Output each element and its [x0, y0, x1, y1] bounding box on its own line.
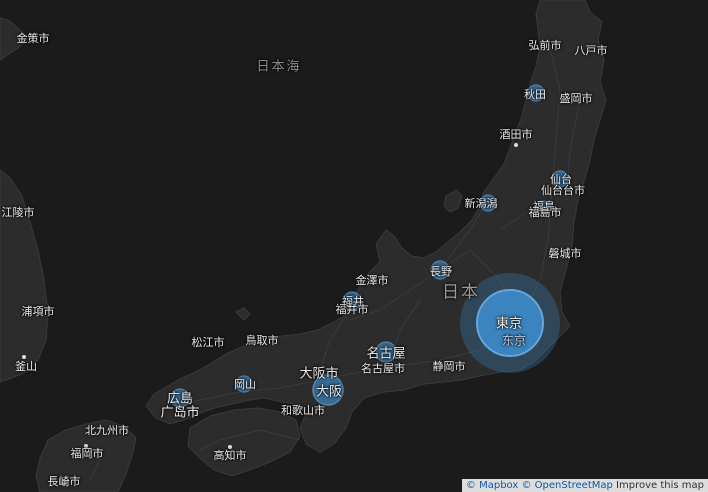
- label-tokyo: 東京: [495, 316, 523, 332]
- label-nagano: 長野: [430, 265, 452, 278]
- label-okayama: 岡山: [234, 378, 256, 391]
- map-attribution: © Mapbox © OpenStreetMap Improve this ma…: [461, 479, 708, 492]
- label-niigata: 新潟潟: [464, 197, 498, 210]
- label-country-japan: 日本: [442, 282, 480, 303]
- label-tottori: 鳥取市: [245, 334, 279, 347]
- label-hachinohe: 八戸市: [574, 44, 608, 57]
- map-canvas[interactable]: 日本海 日本 金策市 弘前市 八戸市 秋田 盛岡市 酒田市 仙台 仙台台市 新潟…: [0, 0, 708, 492]
- improve-map-link[interactable]: Improve this map: [616, 480, 704, 491]
- label-nagoya-shi: 名古屋市: [361, 362, 405, 375]
- label-sea-of-japan: 日本海: [256, 59, 302, 75]
- label-sakata: 酒田市: [499, 128, 533, 141]
- label-shizuoka: 静岡市: [432, 360, 466, 373]
- label-fukuoka: 福岡市: [70, 447, 104, 460]
- label-hiroshima-cn: 广岛市: [160, 405, 200, 421]
- label-osaka: 大阪: [315, 384, 343, 400]
- label-kanazawa: 金澤市: [355, 274, 389, 287]
- label-akita: 秋田: [524, 88, 546, 101]
- label-jinchaek: 金策市: [16, 32, 50, 45]
- label-kochi: 高知市: [213, 449, 247, 462]
- label-fukushima-shi: 福島市: [528, 206, 562, 219]
- label-hirosaki: 弘前市: [528, 39, 562, 52]
- label-nagoya: 名古屋: [366, 346, 406, 362]
- mapbox-link[interactable]: © Mapbox: [466, 480, 518, 491]
- label-morioka: 盛岡市: [559, 92, 593, 105]
- label-matsue: 松江市: [191, 336, 225, 349]
- label-busan: 釜山: [15, 360, 37, 373]
- label-kitakyushu: 北九州市: [85, 424, 129, 437]
- label-wakayama: 和歌山市: [281, 404, 325, 417]
- label-osaka-shi: 大阪市: [299, 366, 339, 382]
- label-fukui-shi: 福井市: [335, 303, 369, 316]
- label-iwaki: 磐城市: [548, 247, 582, 260]
- basemap: [0, 0, 708, 492]
- label-sendai-shi: 仙台台市: [541, 184, 585, 197]
- label-pohang: 浦項市: [21, 305, 55, 318]
- label-gangneung: 江陵市: [1, 206, 35, 219]
- label-nagasaki: 長崎市: [47, 475, 81, 488]
- label-tokyo-sub: 东京: [501, 333, 527, 348]
- osm-link[interactable]: © OpenStreetMap: [521, 480, 612, 491]
